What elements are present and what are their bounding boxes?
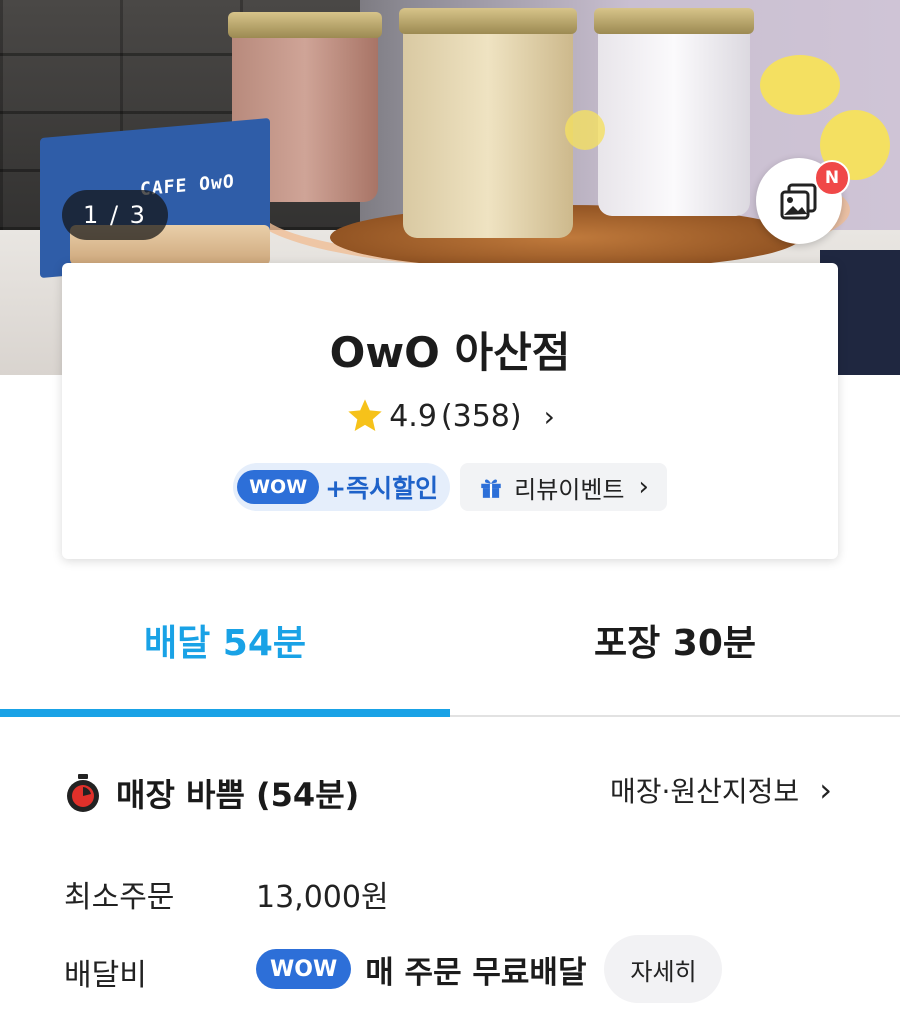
wow-discount-text: +즉시할인 bbox=[325, 474, 439, 503]
min-order-value: 13,000원 bbox=[256, 880, 389, 915]
star-icon bbox=[348, 399, 382, 431]
store-name: OwO 아산점 bbox=[329, 328, 571, 377]
free-delivery-text: 매 주문 무료배달 bbox=[365, 954, 587, 991]
order-type-tabs: 배달 54분 포장 30분 bbox=[0, 565, 900, 717]
tab-pickup[interactable]: 포장 30분 bbox=[450, 565, 900, 715]
flower-decoration bbox=[760, 55, 840, 115]
jar-cream bbox=[399, 8, 577, 238]
store-origin-info-link[interactable]: 매장·원산지정보 › bbox=[610, 770, 832, 810]
wow-badge: WOW bbox=[256, 949, 352, 989]
gift-icon bbox=[481, 479, 501, 498]
min-order-label: 최소주문 bbox=[64, 880, 175, 915]
rating-value: 4.9 bbox=[389, 398, 437, 434]
tab-delivery[interactable]: 배달 54분 bbox=[0, 565, 450, 715]
review-event-tag[interactable]: 리뷰이벤트 › bbox=[460, 463, 667, 511]
delivery-fee-label: 배달비 bbox=[64, 958, 147, 993]
store-origin-info-label: 매장·원산지정보 bbox=[609, 775, 800, 808]
new-badge: N bbox=[814, 160, 850, 196]
flower-decoration bbox=[565, 110, 605, 150]
review-event-label: 리뷰이벤트 bbox=[514, 475, 625, 504]
active-tab-indicator bbox=[0, 709, 450, 717]
chevron-right-icon: › bbox=[638, 472, 649, 502]
chevron-right-icon: › bbox=[543, 399, 555, 433]
rating-link[interactable]: 4.9 (358) › bbox=[62, 396, 838, 436]
wow-discount-tag[interactable]: WOW +즉시할인 bbox=[233, 463, 451, 511]
detail-button[interactable]: 자세히 bbox=[604, 935, 723, 1003]
busy-status-text: 매장 바쁨 (54분) bbox=[116, 776, 360, 814]
photo-gallery-icon bbox=[780, 183, 817, 220]
busy-status: 매장 바쁨 (54분) bbox=[64, 770, 359, 816]
image-counter: 1 / 3 bbox=[62, 190, 168, 240]
promo-tags: WOW +즉시할인 리뷰이벤트 › bbox=[62, 463, 838, 511]
chevron-right-icon: › bbox=[819, 771, 832, 809]
timer-icon bbox=[67, 774, 99, 812]
wow-badge: WOW bbox=[237, 470, 320, 504]
store-info-card: OwO 아산점 4.9 (358) › WOW +즉시할인 리뷰이벤트 › bbox=[62, 263, 838, 559]
delivery-fee-row: WOW 매 주문 무료배달 자세히 bbox=[256, 935, 723, 1003]
jar-white bbox=[594, 8, 754, 216]
review-count: (358) bbox=[440, 398, 522, 434]
